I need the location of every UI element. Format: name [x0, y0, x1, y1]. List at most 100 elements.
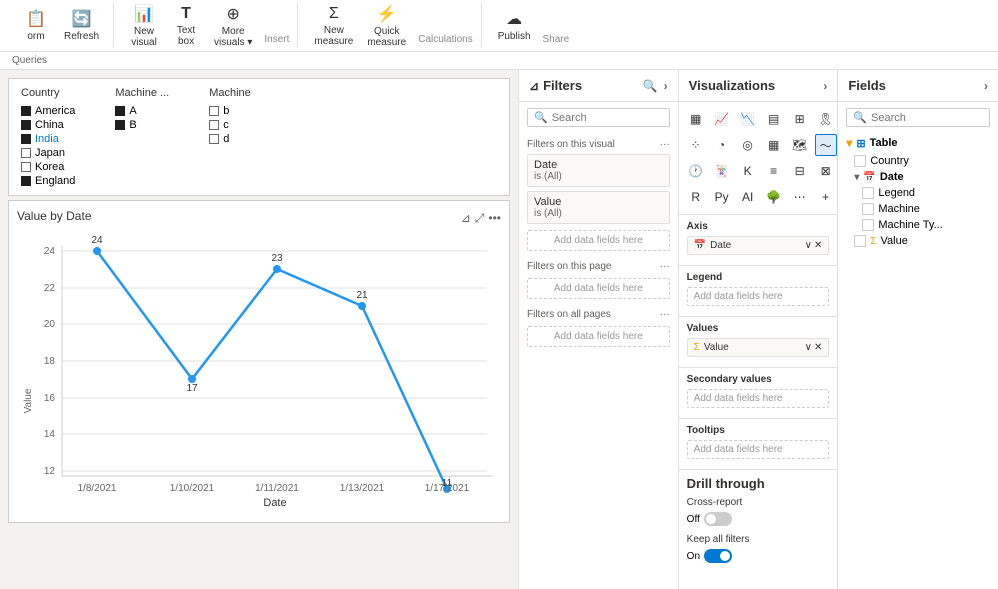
fields-header-arrow[interactable]: ›: [984, 79, 988, 93]
field-expand-date: ▾: [854, 172, 859, 183]
refresh-label: Refresh: [64, 31, 99, 42]
x-label-3: 1/11/2021: [255, 483, 299, 494]
new-measure-btn[interactable]: Σ Newmeasure: [308, 1, 359, 51]
filter-card-value[interactable]: Value is (All): [527, 191, 670, 224]
form-btn[interactable]: 📋 orm: [16, 5, 56, 46]
keep-filters-switch[interactable]: [704, 549, 732, 563]
ribbon-queries[interactable]: Queries: [8, 55, 67, 66]
viz-legend-section: Legend Add data fields here: [679, 265, 838, 316]
filter-search-icon[interactable]: 🔍: [643, 79, 658, 93]
fields-search-icon: 🔍: [853, 111, 867, 124]
viz-axis-title: Axis: [687, 221, 830, 232]
field-item-machine[interactable]: Machine: [838, 201, 998, 217]
field-item-legend[interactable]: Legend: [838, 185, 998, 201]
legend-box-machine-b: [115, 120, 125, 130]
viz-icons-row3: 🕐 🃏 K ≡ ⊟ ⊠: [681, 158, 836, 184]
legend-label-machine-a: A: [129, 105, 136, 117]
axis-field-drop[interactable]: 📅 Date ∨ ✕: [687, 236, 830, 255]
legend-box-c: [209, 120, 219, 130]
table-group-header[interactable]: ▾ ⊞ Table: [838, 133, 998, 153]
viz-bar-icon[interactable]: ▦: [685, 108, 707, 130]
cross-report-toggle[interactable]: Off: [687, 512, 830, 526]
filters-title: ⊿ Filters: [529, 78, 582, 93]
filter-more-icon[interactable]: ›: [664, 79, 668, 93]
toolbar-group-share: ☁ Publish Share: [484, 4, 578, 47]
legend-item-korea: Korea: [21, 161, 75, 173]
chart-svg-wrapper: Value 24 22 20 18: [17, 231, 501, 514]
viz-scatter-icon[interactable]: ⁘: [685, 134, 707, 156]
toolbar: 📋 orm 🔄 Refresh 📊 Newvisual T Textbox ⊕ …: [0, 0, 998, 52]
filter-card-date[interactable]: Date is (All): [527, 154, 670, 187]
keep-filters-on-label: On: [687, 551, 700, 562]
field-item-machine-ty[interactable]: Machine Ty...: [838, 217, 998, 233]
viz-more-icon[interactable]: ⋯: [789, 186, 811, 208]
new-visual-btn[interactable]: 📊 Newvisual: [124, 0, 164, 52]
publish-btn[interactable]: ☁ Publish: [492, 5, 537, 46]
field-label-country: Country: [870, 155, 909, 167]
filters-header: ⊿ Filters 🔍 ›: [519, 70, 678, 102]
secondary-field-drop[interactable]: Add data fields here: [687, 389, 830, 408]
viz-table-icon[interactable]: ⊟: [789, 160, 811, 182]
filter-section-more[interactable]: ···: [660, 139, 670, 150]
viz-treemap-icon[interactable]: ▦: [763, 134, 785, 156]
viz-gauge-icon[interactable]: 🕐: [685, 160, 707, 182]
cross-report-switch[interactable]: [704, 512, 732, 526]
add-data-all[interactable]: Add data fields here: [527, 326, 670, 347]
viz-r-icon[interactable]: R: [685, 186, 707, 208]
values-field-tag: Σ Value: [694, 342, 729, 353]
filter-page-more[interactable]: ···: [660, 261, 670, 272]
svg-text:18: 18: [44, 356, 56, 367]
add-data-visual[interactable]: Add data fields here: [527, 230, 670, 251]
viz-ribbon-icon[interactable]: 🎗: [815, 108, 837, 130]
values-field-drop[interactable]: Σ Value ∨ ✕: [687, 338, 830, 357]
filters-search-input[interactable]: [548, 112, 663, 124]
quick-measure-btn[interactable]: ⚡ Quickmeasure: [361, 0, 412, 52]
values-remove-icon[interactable]: ✕: [814, 342, 822, 353]
field-item-date[interactable]: ▾ 📅 Date: [838, 169, 998, 185]
more-visuals-btn[interactable]: ⊕ Morevisuals ▾: [208, 0, 258, 52]
publish-label: Publish: [498, 31, 531, 42]
viz-kpi-icon[interactable]: K: [737, 160, 759, 182]
filter-icon[interactable]: ⊿: [461, 211, 471, 226]
values-chevron-icon[interactable]: ∨: [805, 342, 812, 353]
viz-slicer-icon[interactable]: ≡: [763, 160, 785, 182]
legend-item-china: China: [21, 119, 75, 131]
viz-100pct-icon[interactable]: ⊞: [789, 108, 811, 130]
legend-group-machine: Machine b c d: [209, 87, 251, 145]
legend-field-drop[interactable]: Add data fields here: [687, 287, 830, 306]
viz-ai-icon[interactable]: AI: [737, 186, 759, 208]
label-17: 17: [186, 383, 198, 394]
viz-tooltips-section: Tooltips Add data fields here: [679, 418, 838, 469]
expand-icon[interactable]: ⤢: [475, 211, 485, 226]
add-data-page[interactable]: Add data fields here: [527, 278, 670, 299]
viz-custom-icon[interactable]: +: [815, 186, 837, 208]
viz-py-icon[interactable]: Py: [711, 186, 733, 208]
filters-search-box: 🔍: [527, 108, 670, 127]
publish-icon: ☁: [506, 9, 522, 29]
viz-matrix-icon[interactable]: ⊠: [815, 160, 837, 182]
x-label-2: 1/10/2021: [170, 483, 215, 494]
viz-linechart-icon[interactable]: 〜: [815, 134, 837, 156]
axis-chevron-icon[interactable]: ∨: [805, 240, 812, 251]
refresh-btn[interactable]: 🔄 Refresh: [58, 5, 105, 46]
more-icon[interactable]: •••: [488, 211, 501, 226]
viz-map-icon[interactable]: 🗺: [789, 134, 811, 156]
viz-pie-icon[interactable]: ◔: [711, 134, 733, 156]
tooltips-field-drop[interactable]: Add data fields here: [687, 440, 830, 459]
text-box-btn[interactable]: T Textbox: [166, 1, 206, 51]
viz-line-icon[interactable]: 📈: [711, 108, 733, 130]
viz-stacked-icon[interactable]: ▤: [763, 108, 785, 130]
viz-axis-section: Axis 📅 Date ∨ ✕: [679, 214, 838, 265]
viz-decomp-icon[interactable]: 🌳: [763, 186, 785, 208]
field-item-value[interactable]: Σ Value: [838, 233, 998, 249]
fields-search-input[interactable]: [867, 112, 983, 124]
chart-icons: ⊿ ⤢ •••: [461, 211, 501, 226]
field-item-country[interactable]: Country: [838, 153, 998, 169]
keep-filters-toggle[interactable]: On: [687, 549, 830, 563]
filter-all-more[interactable]: ···: [660, 309, 670, 320]
axis-remove-icon[interactable]: ✕: [814, 240, 822, 251]
viz-donut-icon[interactable]: ◎: [737, 134, 759, 156]
viz-card-icon[interactable]: 🃏: [711, 160, 733, 182]
viz-header-arrow[interactable]: ›: [823, 79, 827, 93]
viz-area-icon[interactable]: 📉: [737, 108, 759, 130]
